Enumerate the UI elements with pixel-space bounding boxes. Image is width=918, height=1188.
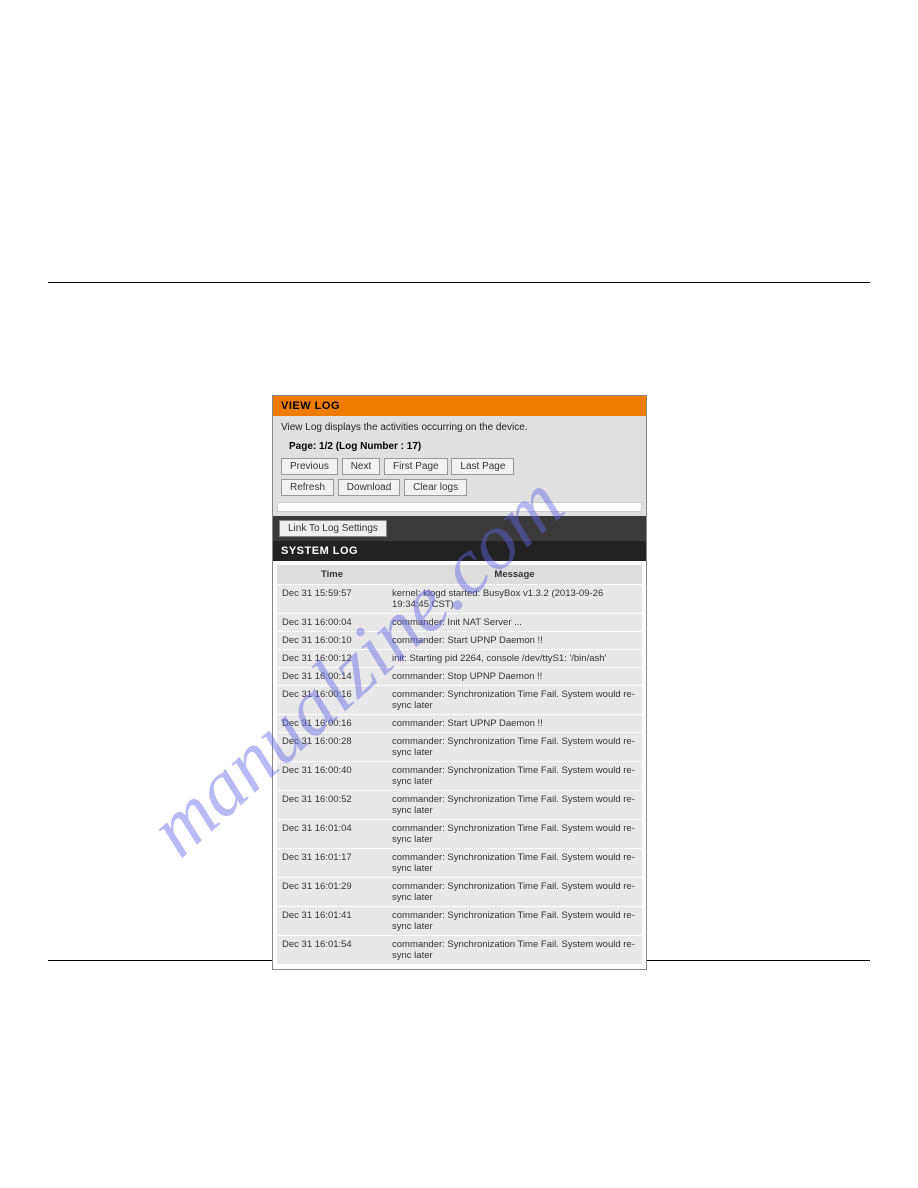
table-row: Dec 31 16:00:12init: Starting pid 2264, … [277, 650, 642, 668]
log-time: Dec 31 16:01:04 [277, 820, 387, 849]
log-message: commander: Init NAT Server ... [387, 614, 642, 632]
table-row: Dec 31 16:00:04commander: Init NAT Serve… [277, 614, 642, 632]
log-time: Dec 31 16:01:17 [277, 849, 387, 878]
log-message: commander: Start UPNP Daemon !! [387, 632, 642, 650]
col-time: Time [277, 565, 387, 585]
table-row: Dec 31 16:01:29commander: Synchronizatio… [277, 878, 642, 907]
log-message: commander: Synchronization Time Fail. Sy… [387, 733, 642, 762]
log-time: Dec 31 16:01:54 [277, 936, 387, 965]
next-button[interactable]: Next [342, 458, 381, 475]
table-row: Dec 31 16:00:16commander: Start UPNP Dae… [277, 715, 642, 733]
log-message: commander: Stop UPNP Daemon !! [387, 668, 642, 686]
clear-logs-button[interactable]: Clear logs [404, 479, 467, 496]
log-message: kernel: klogd started: BusyBox v1.3.2 (2… [387, 585, 642, 614]
table-row: Dec 31 16:01:41commander: Synchronizatio… [277, 907, 642, 936]
system-log-table: Time Message Dec 31 15:59:57kernel: klog… [277, 565, 642, 965]
first-page-button[interactable]: First Page [384, 458, 448, 475]
log-time: Dec 31 16:00:16 [277, 686, 387, 715]
table-row: Dec 31 16:00:16commander: Synchronizatio… [277, 686, 642, 715]
log-message: commander: Synchronization Time Fail. Sy… [387, 907, 642, 936]
viewlog-header: VIEW LOG [273, 396, 646, 416]
page-info: Page: 1/2 (Log Number : 17) [281, 439, 638, 458]
log-time: Dec 31 15:59:57 [277, 585, 387, 614]
last-page-button[interactable]: Last Page [451, 458, 514, 475]
log-message: commander: Synchronization Time Fail. Sy… [387, 820, 642, 849]
log-time: Dec 31 16:00:14 [277, 668, 387, 686]
log-time: Dec 31 16:01:41 [277, 907, 387, 936]
log-message: commander: Start UPNP Daemon !! [387, 715, 642, 733]
table-row: Dec 31 16:00:40commander: Synchronizatio… [277, 762, 642, 791]
log-message: commander: Synchronization Time Fail. Sy… [387, 878, 642, 907]
log-message: commander: Synchronization Time Fail. Sy… [387, 791, 642, 820]
table-row: Dec 31 16:00:10commander: Start UPNP Dae… [277, 632, 642, 650]
log-time: Dec 31 16:00:10 [277, 632, 387, 650]
log-time: Dec 31 16:00:52 [277, 791, 387, 820]
table-row: Dec 31 16:00:28commander: Synchronizatio… [277, 733, 642, 762]
log-message: commander: Synchronization Time Fail. Sy… [387, 686, 642, 715]
system-log-header: SYSTEM LOG [273, 541, 646, 561]
log-message: commander: Synchronization Time Fail. Sy… [387, 762, 642, 791]
table-row: Dec 31 16:01:04commander: Synchronizatio… [277, 820, 642, 849]
col-message: Message [387, 565, 642, 585]
table-row: Dec 31 16:00:14commander: Stop UPNP Daem… [277, 668, 642, 686]
viewlog-description: View Log displays the activities occurri… [281, 422, 638, 433]
log-time: Dec 31 16:00:40 [277, 762, 387, 791]
previous-button[interactable]: Previous [281, 458, 338, 475]
log-time: Dec 31 16:00:04 [277, 614, 387, 632]
log-time: Dec 31 16:00:12 [277, 650, 387, 668]
log-message: init: Starting pid 2264, console /dev/tt… [387, 650, 642, 668]
link-to-log-settings-button[interactable]: Link To Log Settings [279, 520, 387, 537]
log-message: commander: Synchronization Time Fail. Sy… [387, 936, 642, 965]
table-row: Dec 31 16:01:54commander: Synchronizatio… [277, 936, 642, 965]
download-button[interactable]: Download [338, 479, 400, 496]
log-time: Dec 31 16:01:29 [277, 878, 387, 907]
table-row: Dec 31 16:01:17commander: Synchronizatio… [277, 849, 642, 878]
log-time: Dec 31 16:00:28 [277, 733, 387, 762]
log-message: commander: Synchronization Time Fail. Sy… [387, 849, 642, 878]
viewlog-controls: View Log displays the activities occurri… [273, 416, 646, 516]
log-time: Dec 31 16:00:16 [277, 715, 387, 733]
table-row: Dec 31 16:00:52commander: Synchronizatio… [277, 791, 642, 820]
divider-top [48, 282, 870, 283]
spacer [277, 502, 642, 512]
log-panel: VIEW LOG View Log displays the activitie… [272, 395, 647, 970]
refresh-button[interactable]: Refresh [281, 479, 334, 496]
table-row: Dec 31 15:59:57kernel: klogd started: Bu… [277, 585, 642, 614]
link-bar: Link To Log Settings [273, 516, 646, 541]
